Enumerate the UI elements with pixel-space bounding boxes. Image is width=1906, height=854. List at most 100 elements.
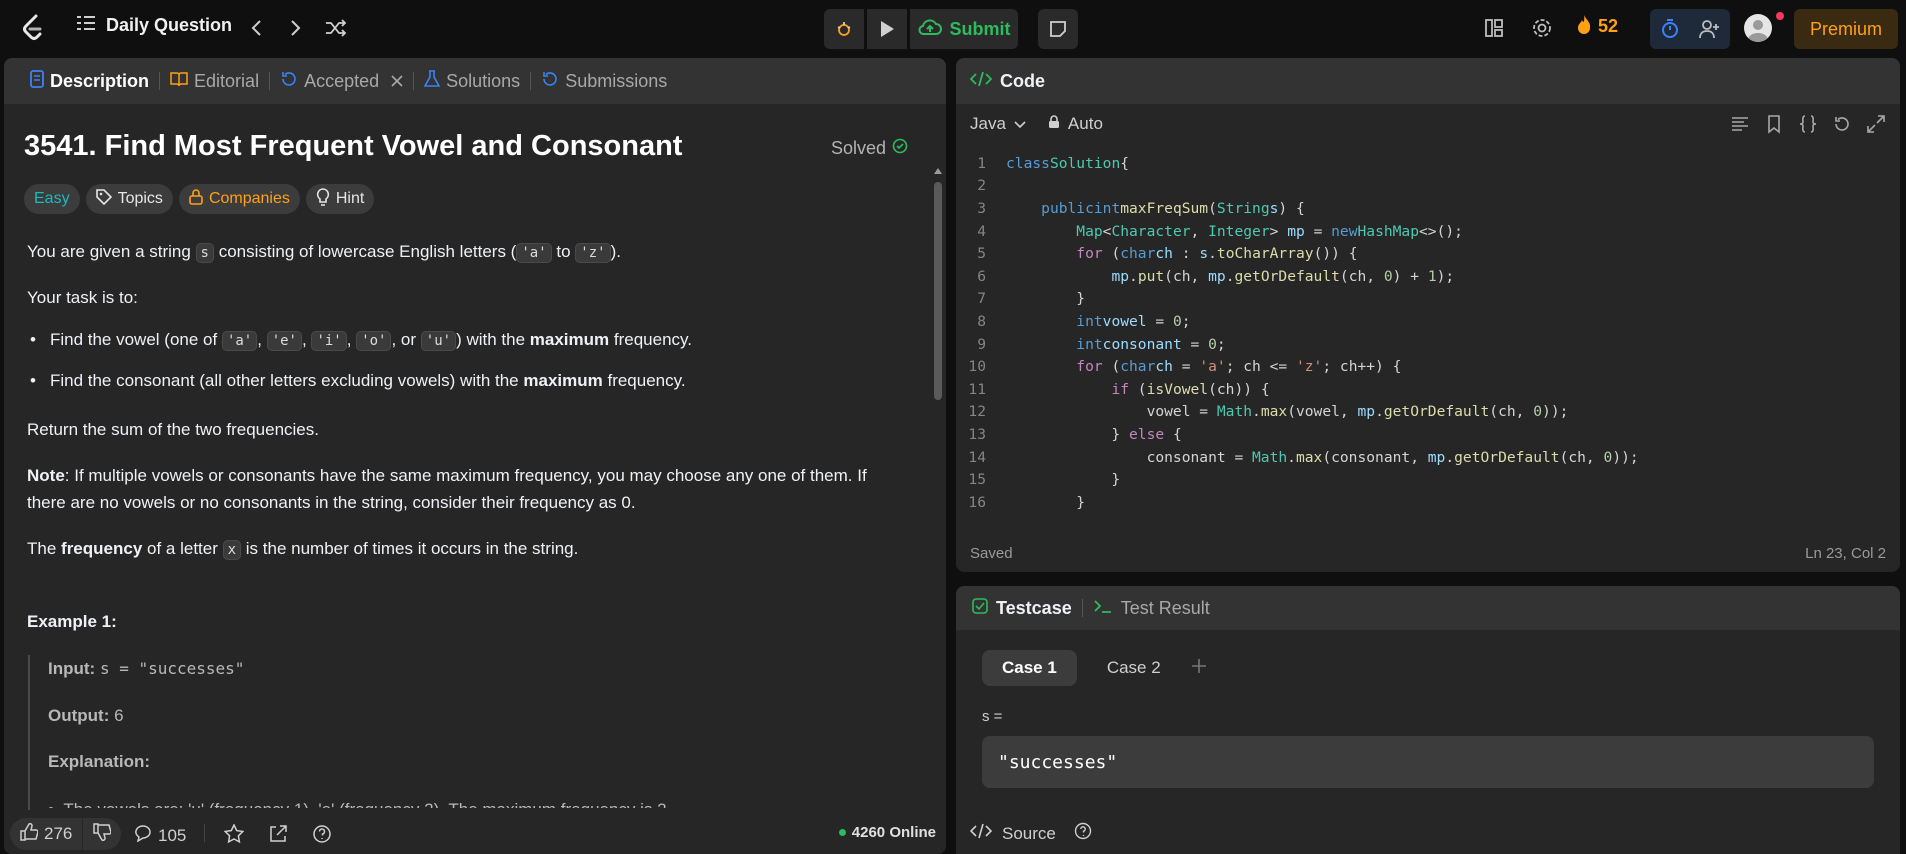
code-line: 1 class Solution { <box>977 154 1130 172</box>
dislike-button[interactable] <box>82 818 121 850</box>
tab-editorial[interactable]: Editorial <box>160 58 269 104</box>
lock-icon <box>1048 114 1060 134</box>
flask-icon <box>423 69 441 93</box>
favorite-star-icon[interactable] <box>223 823 245 849</box>
bullet-text: Find the vowel (one of 'a', 'e', 'i', 'o… <box>49 330 692 351</box>
example-output: Output: 6 <box>48 706 124 725</box>
input-value-field[interactable]: "successes" <box>982 736 1874 788</box>
like-count: 276 <box>44 824 73 843</box>
description-footer: 276 105 4260 Online <box>4 812 946 854</box>
reset-undo-icon[interactable] <box>1832 114 1852 139</box>
code-brackets-icon <box>969 70 993 93</box>
notes-icon[interactable] <box>1038 9 1078 49</box>
format-lines-icon[interactable] <box>1730 114 1750 139</box>
run-play-icon[interactable] <box>867 9 907 49</box>
code-line: 14 consonant = Math. max (consonant, mp. ge… <box>968 448 1639 466</box>
premium-button[interactable]: Premium <box>1794 9 1898 49</box>
lightbulb-icon <box>316 187 330 211</box>
description-scrollbar[interactable] <box>932 166 942 854</box>
settings-gear-icon[interactable] <box>1528 14 1556 42</box>
add-friend-icon[interactable] <box>1690 9 1730 49</box>
code-line: 3 public int maxFreqSum(String s) { <box>977 199 1305 217</box>
input-variable-label: s = <box>982 708 1003 725</box>
inline-code: s <box>195 243 214 263</box>
thumbs-up-icon <box>20 822 39 846</box>
avatar[interactable] <box>1744 14 1772 42</box>
language-select[interactable]: Java <box>970 114 1026 134</box>
cursor-position: Ln 23, Col 2 <box>1805 544 1886 562</box>
return-paragraph: Return the sum of the two frequencies. <box>27 420 319 439</box>
tab-submissions[interactable]: Submissions <box>531 58 677 104</box>
close-tab-icon[interactable] <box>391 71 403 92</box>
tab-description[interactable]: Description <box>20 58 159 104</box>
tab-solutions[interactable]: Solutions <box>414 58 530 104</box>
code-line: 7 } <box>977 290 1086 308</box>
case-1-button[interactable]: Case 1 <box>982 650 1077 686</box>
checkbox-icon <box>972 597 988 619</box>
submit-button[interactable]: Submit <box>910 9 1018 49</box>
list-icon <box>76 14 96 37</box>
next-problem-chevron-right-icon[interactable] <box>282 14 310 42</box>
document-icon <box>30 69 44 93</box>
hint-chip[interactable]: Hint <box>305 184 375 214</box>
companies-label: Companies <box>208 190 290 207</box>
task-intro: Your task is to: <box>27 288 138 307</box>
daily-question-button[interactable]: Daily Question <box>76 14 232 37</box>
inline-code: 'z' <box>575 243 611 263</box>
prev-problem-chevron-left-icon[interactable] <box>242 14 270 42</box>
code-line: 5 for (char ch : s. toCharArray()) { <box>977 245 1358 263</box>
example-explanation-line: • The vowels are: 'u' (frequency 1), 'e'… <box>48 796 928 808</box>
frequency-paragraph: The frequency of a letter x is the numbe… <box>27 539 579 560</box>
topics-label: Topics <box>117 190 163 207</box>
add-case-plus-icon[interactable] <box>1191 658 1207 679</box>
code-editor[interactable]: 1 class Solution { 2 3 public int maxFreq… <box>956 152 1886 520</box>
example-explanation: Explanation: <box>48 752 151 771</box>
auto-mode-toggle[interactable]: Auto <box>1048 114 1103 134</box>
companies-chip[interactable]: Companies <box>178 184 300 214</box>
bookmark-icon[interactable] <box>1764 114 1784 139</box>
bullet-text: Find the consonant (all other letters ex… <box>49 371 686 390</box>
curly-braces-icon[interactable] <box>1798 114 1818 139</box>
code-line: 6 mp. put (ch, mp. getOrDefault (ch, 0) + 1)… <box>977 267 1455 285</box>
code-brackets-icon <box>969 822 993 845</box>
code-line: 8 int vowel = 0; <box>977 312 1191 330</box>
thumbs-down-icon <box>93 822 113 846</box>
streak-counter[interactable]: 52 <box>1576 14 1618 39</box>
tab-divider <box>1081 599 1083 617</box>
description-tabs: Description Editorial Accepted Solutions… <box>4 58 946 104</box>
help-question-icon[interactable] <box>312 824 332 849</box>
saved-status: Saved <box>970 544 1013 562</box>
solved-status: Solved <box>831 138 908 159</box>
testcase-panel: Testcase Test Result Case 1 Case 2 s = "… <box>956 586 1900 854</box>
help-question-icon[interactable] <box>1074 822 1092 845</box>
shuffle-icon[interactable] <box>322 14 350 42</box>
timer-stopwatch-icon[interactable] <box>1650 9 1690 49</box>
share-external-icon[interactable] <box>268 824 288 849</box>
tab-test-result[interactable]: Test Result <box>1093 598 1210 619</box>
cloud-upload-icon <box>918 18 942 41</box>
problem-title[interactable]: 3541. Find Most Frequent Vowel and Conso… <box>24 130 682 163</box>
expand-fullscreen-icon[interactable] <box>1866 114 1886 139</box>
case-selector: Case 1 Case 2 <box>982 650 1207 686</box>
layout-grid-icon[interactable] <box>1480 14 1508 42</box>
topics-chip[interactable]: Topics <box>85 184 173 214</box>
bullet-dot: • <box>30 371 36 390</box>
like-button[interactable]: 276 <box>10 818 82 850</box>
code-footer: Saved Ln 23, Col 2 <box>956 534 1900 572</box>
tab-editorial-label: Editorial <box>194 70 260 91</box>
leetcode-logo-icon[interactable] <box>20 14 46 42</box>
testcase-tabs: Testcase Test Result <box>956 586 1900 630</box>
text: to <box>551 242 576 261</box>
source-button[interactable]: Source <box>969 822 1092 845</box>
history-icon <box>541 70 559 93</box>
comments-button[interactable]: 105 <box>134 824 186 847</box>
run-submit-group: Submit <box>824 9 1018 49</box>
tab-accepted[interactable]: Accepted <box>270 58 413 104</box>
editor-tools <box>1730 114 1886 139</box>
terminal-icon <box>1093 598 1113 619</box>
inline-code: 'a' <box>516 243 552 263</box>
tab-testcase[interactable]: Testcase <box>972 598 1072 619</box>
debug-bug-icon[interactable] <box>824 9 864 49</box>
case-2-button[interactable]: Case 2 <box>1087 650 1181 686</box>
scroll-thumb[interactable] <box>934 182 942 400</box>
